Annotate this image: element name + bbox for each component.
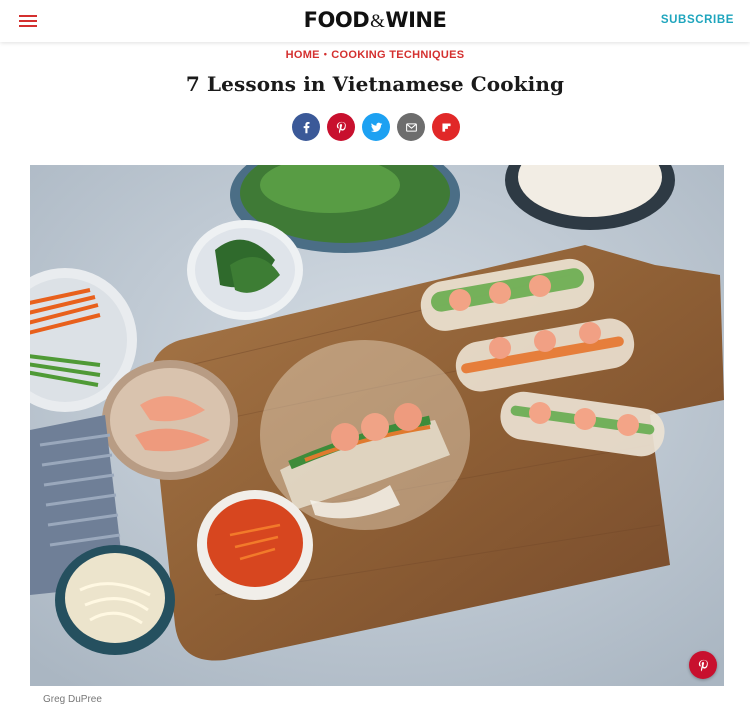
pinterest-share-button[interactable] [327, 113, 355, 141]
email-share-button[interactable] [397, 113, 425, 141]
logo-food: FOOD [303, 8, 370, 32]
breadcrumb-cooking-techniques[interactable]: COOKING TECHNIQUES [331, 49, 464, 61]
breadcrumb-separator: • [323, 49, 328, 59]
twitter-share-button[interactable] [362, 113, 390, 141]
pinterest-icon [698, 659, 708, 671]
hero-image [30, 165, 724, 686]
logo-ampersand: & [370, 11, 385, 32]
share-bar [292, 113, 460, 141]
email-icon [405, 122, 417, 132]
subscribe-link[interactable]: SUBSCRIBE [661, 14, 734, 26]
spring-rolls-photo [30, 165, 724, 686]
article-title: 7 Lessons in Vietnamese Cooking [185, 72, 565, 96]
facebook-icon [303, 121, 310, 133]
logo-wine: WINE [385, 8, 447, 32]
flipboard-share-button[interactable] [432, 113, 460, 141]
breadcrumb: HOME • COOKING TECHNIQUES [0, 49, 750, 61]
pinterest-icon [336, 121, 346, 133]
site-logo[interactable]: FOOD&WINE [0, 8, 750, 33]
site-header: FOOD&WINE SUBSCRIBE [0, 0, 750, 42]
twitter-icon [370, 122, 382, 132]
photo-credit: Greg DuPree [43, 694, 102, 705]
facebook-share-button[interactable] [292, 113, 320, 141]
pin-image-button[interactable] [689, 651, 717, 679]
breadcrumb-home[interactable]: HOME [286, 49, 320, 61]
flipboard-icon [441, 122, 451, 132]
